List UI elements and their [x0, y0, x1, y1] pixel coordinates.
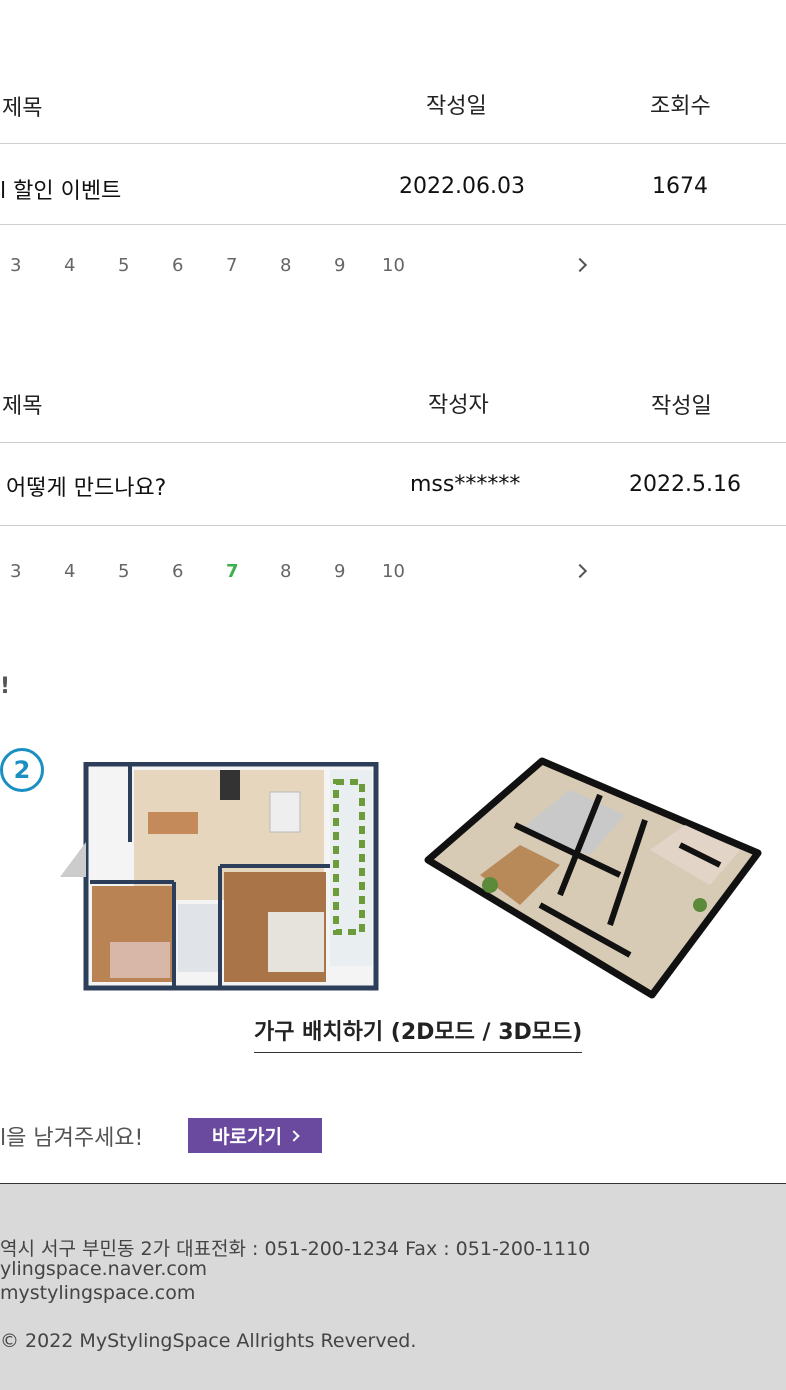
footer-blog[interactable]: ylingspace.naver.com: [0, 1258, 207, 1280]
page-link[interactable]: 8: [280, 561, 291, 582]
page-link[interactable]: 4: [64, 561, 75, 582]
page-link-active[interactable]: 7: [226, 561, 239, 582]
next-page-icon[interactable]: [572, 257, 588, 273]
page-link[interactable]: 6: [172, 561, 183, 582]
chevron-right-icon: [288, 1129, 300, 1142]
header-divider: [0, 143, 786, 144]
header-views: 조회수: [650, 94, 711, 119]
go-button[interactable]: 바로가기: [188, 1118, 322, 1153]
row-date: 2022.5.16: [629, 472, 741, 497]
row-date: 2022.06.03: [399, 174, 525, 199]
floor-plan-2d-image[interactable]: [60, 762, 380, 992]
page-link[interactable]: 4: [64, 255, 75, 276]
go-button-label: 바로가기: [212, 1126, 282, 1148]
page-link[interactable]: 3: [10, 561, 21, 582]
row-title[interactable]: l 할인 이벤트: [0, 173, 121, 205]
footer-site[interactable]: mystylingspace.com: [0, 1282, 195, 1304]
page-link[interactable]: 6: [172, 255, 183, 276]
footer: 역시 서구 부민동 2가 대표전화 : 051-200-1234 Fax : 0…: [0, 1183, 786, 1390]
page-link[interactable]: 7: [226, 255, 237, 276]
footer-address: 역시 서구 부민동 2가 대표전화 : 051-200-1234 Fax : 0…: [0, 1238, 591, 1260]
page-link[interactable]: 9: [334, 561, 345, 582]
header-divider: [0, 442, 786, 443]
step-number-badge: 2: [0, 748, 44, 792]
floor-plan-3d-image[interactable]: [420, 755, 765, 1005]
header-date: 작성일: [426, 94, 487, 119]
furniture-layout-link[interactable]: 가구 배치하기 (2D모드 / 3D모드): [254, 1014, 583, 1053]
footer-copyright: © 2022 MyStylingSpace Allrights Reverved…: [0, 1330, 417, 1352]
row-title[interactable]: 어떻게 만드나요?: [6, 470, 166, 502]
page-link[interactable]: 8: [280, 255, 291, 276]
header-author: 작성자: [428, 393, 489, 418]
page-link[interactable]: 10: [382, 561, 405, 582]
page-link[interactable]: 9: [334, 255, 345, 276]
section-heading-fragment: !: [0, 674, 11, 699]
page-link[interactable]: 10: [382, 255, 405, 276]
cta-text: l을 남겨주세요!: [0, 1126, 144, 1151]
row-views: 1674: [652, 174, 708, 199]
page-link[interactable]: 5: [118, 561, 129, 582]
header-title: 제목: [2, 96, 43, 121]
row-divider: [0, 525, 786, 526]
page-link[interactable]: 3: [10, 255, 21, 276]
page-link[interactable]: 5: [118, 255, 129, 276]
header-title: 제목: [2, 394, 43, 419]
next-page-icon[interactable]: [572, 563, 588, 579]
header-date: 작성일: [651, 394, 712, 419]
row-divider: [0, 224, 786, 225]
row-author: mss******: [410, 472, 521, 497]
